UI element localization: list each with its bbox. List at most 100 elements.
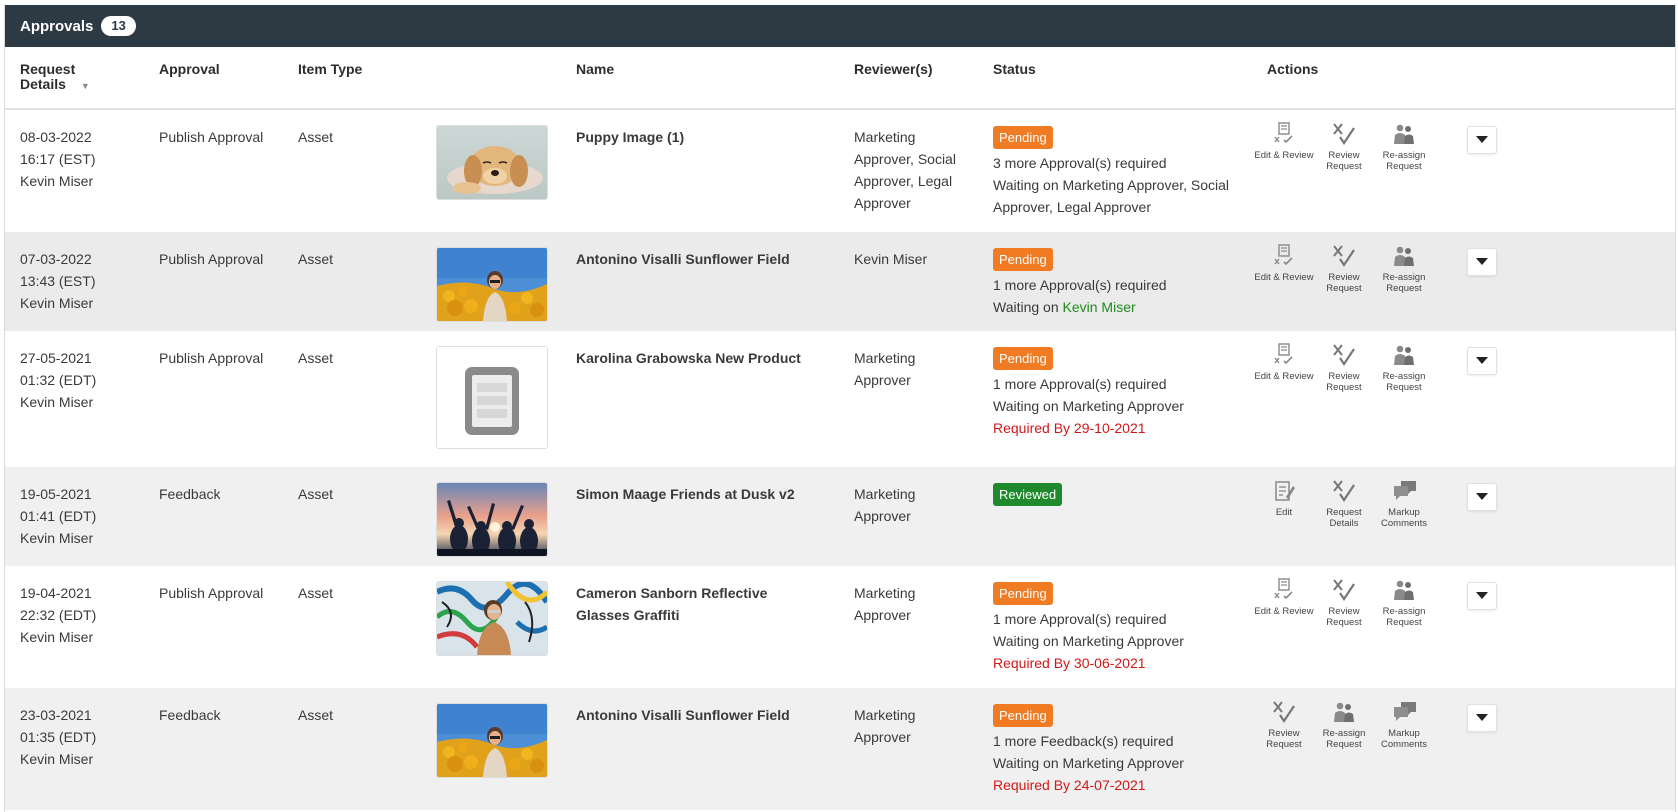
- edit-button[interactable]: Edit: [1253, 479, 1315, 518]
- table-row[interactable]: 19-04-2021 22:32 (EDT) Kevin Miser Publish …: [5, 566, 1675, 688]
- reviewers: Marketing Approver, Social Approver, Leg…: [854, 129, 956, 211]
- status-cell: Pending 3 more Approval(s) required Waitin…: [993, 126, 1263, 218]
- item-name-link[interactable]: Cameron Sanborn Reflective Glasses Graff…: [576, 582, 821, 626]
- approvals-panel: Approvals 13 Request Details ▼ Approval I…: [4, 5, 1676, 812]
- request-time: 16:17 (EST): [20, 151, 96, 167]
- caret-down-icon: [1476, 592, 1488, 599]
- more-actions-dropdown[interactable]: [1467, 704, 1497, 732]
- review-request-button[interactable]: Review Request: [1313, 244, 1375, 294]
- request-requester: Kevin Miser: [20, 751, 94, 767]
- request-details-cell: 07-03-2022 13:43 (EST) Kevin Miser: [20, 248, 140, 314]
- review-request-icon: [1332, 122, 1356, 146]
- reviewers: Marketing Approver: [854, 350, 916, 388]
- action-label: Edit & Review: [1254, 606, 1314, 617]
- puppy-image-thumbnail[interactable]: [436, 125, 548, 200]
- sunflower-field-thumbnail[interactable]: [436, 247, 548, 322]
- edit-review-button[interactable]: Edit & Review: [1253, 578, 1315, 617]
- item-name-link[interactable]: Antonino Visalli Sunflower Field: [576, 704, 821, 726]
- caret-down-icon: [1476, 258, 1488, 265]
- item-name-link[interactable]: Antonino Visalli Sunflower Field: [576, 248, 821, 270]
- markup-comments-button[interactable]: Markup Comments: [1373, 700, 1435, 750]
- request-details-cell: 23-03-2021 01:35 (EDT) Kevin Miser: [20, 704, 140, 770]
- sort-desc-icon[interactable]: ▼: [81, 81, 90, 91]
- item-name-link[interactable]: Simon Maage Friends at Dusk v2: [576, 483, 821, 505]
- request-time: 01:41 (EDT): [20, 508, 97, 524]
- waiting-on-user-link[interactable]: Kevin Miser: [1063, 299, 1136, 315]
- document-placeholder-thumbnail[interactable]: [436, 346, 548, 449]
- table-row[interactable]: 19-05-2021 01:41 (EDT) Kevin Miser Feedback…: [5, 467, 1675, 566]
- table-header: Request Details ▼ Approval Item Type Name…: [5, 47, 1675, 110]
- column-request-details[interactable]: Request Details ▼: [20, 62, 110, 94]
- markup-comments-button[interactable]: Markup Comments: [1373, 479, 1435, 529]
- waiting-on-text: Waiting on Kevin Miser: [993, 296, 1263, 318]
- re-assign-request-button[interactable]: Re-assign Request: [1373, 343, 1435, 393]
- status-badge: Pending: [993, 248, 1053, 271]
- reassign-icon: [1332, 700, 1356, 724]
- review-request-button[interactable]: Review Request: [1313, 343, 1375, 393]
- approvals-required-text: 1 more Approval(s) required: [993, 376, 1167, 392]
- sunflower-field-thumbnail[interactable]: [436, 703, 548, 778]
- action-label: Review Request: [1326, 272, 1362, 294]
- more-actions-dropdown[interactable]: [1467, 126, 1497, 154]
- more-actions-dropdown[interactable]: [1467, 248, 1497, 276]
- approvals-title: Approvals: [20, 17, 94, 35]
- friends-at-dusk-thumbnail[interactable]: [436, 482, 548, 557]
- more-actions-dropdown[interactable]: [1467, 347, 1497, 375]
- action-label: Review Request: [1326, 606, 1362, 628]
- actions-cell: Edit Request Details Markup Comments: [1267, 479, 1507, 559]
- status-cell: Pending 1 more Approval(s) required Waitin…: [993, 347, 1263, 439]
- edit-review-button[interactable]: Edit & Review: [1253, 122, 1315, 161]
- reviewers: Marketing Approver: [854, 585, 916, 623]
- request-requester: Kevin Miser: [20, 173, 94, 189]
- edit-review-button[interactable]: Edit & Review: [1253, 343, 1315, 382]
- re-assign-request-button[interactable]: Re-assign Request: [1373, 578, 1435, 628]
- status-badge: Reviewed: [993, 483, 1063, 506]
- waiting-on-text: Waiting on Marketing Approver, Social Ap…: [993, 177, 1230, 215]
- comments-icon: [1392, 700, 1416, 724]
- action-label: Review Request: [1326, 150, 1362, 172]
- waiting-on-text: Waiting on Marketing Approver: [993, 633, 1184, 649]
- review-request-button[interactable]: Review Request: [1313, 578, 1375, 628]
- column-status[interactable]: Status: [993, 62, 1036, 77]
- table-row[interactable]: 07-03-2022 13:43 (EST) Kevin Miser Publish …: [5, 232, 1675, 331]
- reassign-icon: [1392, 122, 1416, 146]
- status-cell: Pending 1 more Approval(s) required Waitin…: [993, 248, 1263, 318]
- waiting-on-prefix: Waiting on: [993, 299, 1063, 315]
- column-name[interactable]: Name: [576, 62, 614, 77]
- request-requester: Kevin Miser: [20, 394, 94, 410]
- item-name-link[interactable]: Puppy Image (1): [576, 126, 821, 148]
- column-reviewers[interactable]: Reviewer(s): [854, 62, 933, 77]
- re-assign-request-button[interactable]: Re-assign Request: [1373, 122, 1435, 172]
- column-approval[interactable]: Approval: [159, 62, 220, 77]
- action-label: Edit & Review: [1254, 272, 1314, 283]
- request-requester: Kevin Miser: [20, 295, 94, 311]
- request-date: 27-05-2021: [20, 350, 92, 366]
- table-row[interactable]: 23-03-2021 01:35 (EDT) Kevin Miser Feedback…: [5, 688, 1675, 810]
- request-details-button[interactable]: Request Details: [1313, 479, 1375, 529]
- more-actions-dropdown[interactable]: [1467, 483, 1497, 511]
- more-actions-dropdown[interactable]: [1467, 582, 1497, 610]
- table-row[interactable]: 27-05-2021 01:32 (EDT) Kevin Miser Publish …: [5, 331, 1675, 467]
- re-assign-request-button[interactable]: Re-assign Request: [1373, 244, 1435, 294]
- action-label: Re-assign Request: [1382, 606, 1426, 628]
- edit-review-button[interactable]: Edit & Review: [1253, 244, 1315, 283]
- request-time: 01:35 (EDT): [20, 729, 97, 745]
- re-assign-request-button[interactable]: Re-assign Request: [1313, 700, 1375, 750]
- status-cell: Pending 1 more Approval(s) required Waitin…: [993, 582, 1263, 674]
- review-request-button[interactable]: Review Request: [1313, 122, 1375, 172]
- request-details-cell: 19-05-2021 01:41 (EDT) Kevin Miser: [20, 483, 140, 549]
- request-time: 22:32 (EDT): [20, 607, 97, 623]
- action-label: Review Request: [1326, 371, 1362, 393]
- actions-cell: Edit & Review Review Request Re-assign Req…: [1254, 244, 1507, 324]
- item-name-link[interactable]: Karolina Grabowska New Product: [576, 347, 821, 369]
- column-item-type[interactable]: Item Type: [298, 62, 362, 77]
- table-row[interactable]: 08-03-2022 16:17 (EST) Kevin Miser Publish …: [5, 110, 1675, 232]
- actions-cell: Edit & Review Review Request Re-assign Req…: [1254, 578, 1507, 658]
- action-label: Request Details: [1326, 507, 1362, 529]
- graffiti-thumbnail[interactable]: [436, 581, 548, 656]
- waiting-on-text: Waiting on Marketing Approver: [993, 398, 1184, 414]
- action-label: Re-assign Request: [1322, 728, 1366, 750]
- request-date: 19-05-2021: [20, 486, 92, 502]
- review-request-button[interactable]: Review Request: [1253, 700, 1315, 750]
- approvals-required-text: 1 more Approval(s) required: [993, 277, 1167, 293]
